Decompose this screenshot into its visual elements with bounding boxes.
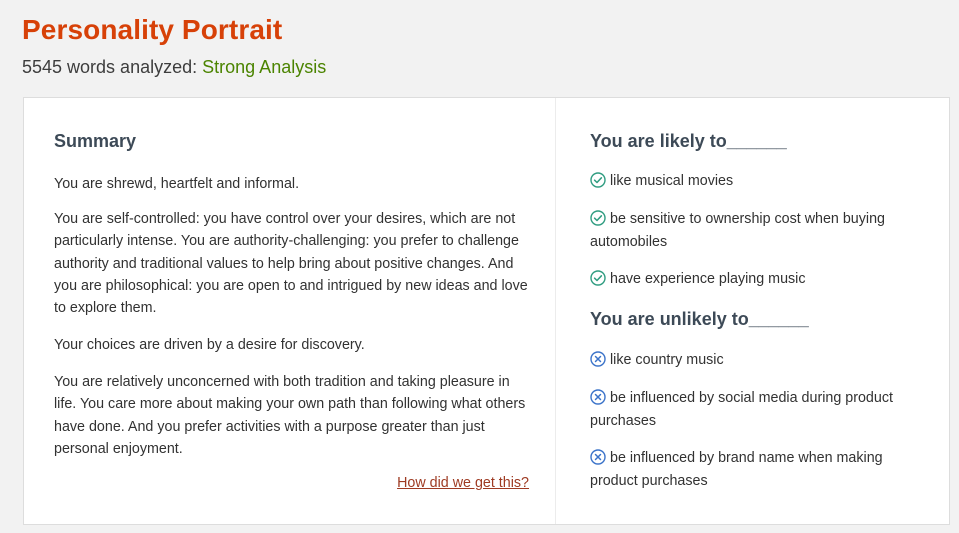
unlikely-item: be influenced by social media during pro… <box>590 387 930 433</box>
how-did-we-get-this-link[interactable]: How did we get this? <box>397 475 529 491</box>
summary-paragraph-1: You are shrewd, heartfelt and informal. <box>54 176 300 192</box>
likely-item: have experience playing music <box>590 268 930 291</box>
summary-paragraph-2: You are self-controlled: you have contro… <box>54 211 528 317</box>
page-title: Personality Portrait <box>22 14 283 45</box>
check-circle-icon <box>590 210 606 226</box>
check-circle-icon <box>590 270 606 286</box>
likely-item-text: have experience playing music <box>610 271 806 287</box>
column-divider <box>555 98 556 524</box>
summary-heading: Summary <box>54 131 137 151</box>
likely-item: be sensitive to ownership cost when buyi… <box>590 208 930 254</box>
likely-heading: You are likely to______ <box>590 131 787 151</box>
unlikely-item: like country music <box>590 349 930 372</box>
x-circle-icon <box>590 449 606 465</box>
likely-item-text: be sensitive to ownership cost when buyi… <box>590 211 885 250</box>
unlikely-item: be influenced by brand name when making … <box>590 447 930 493</box>
analysis-subtitle: 5545 words analyzed: Strong Analysis <box>22 57 326 78</box>
portrait-card: Summary You are shrewd, heartfelt and in… <box>23 97 950 525</box>
word-count-text: 5545 words analyzed: <box>22 57 198 77</box>
likely-item: like musical movies <box>590 170 930 193</box>
analysis-strength: Strong Analysis <box>202 57 327 77</box>
likely-item-text: like musical movies <box>610 173 734 189</box>
summary-paragraph-3: Your choices are driven by a desire for … <box>54 337 365 353</box>
summary-paragraph-4: You are relatively unconcerned with both… <box>54 374 526 457</box>
check-circle-icon <box>590 172 606 188</box>
unlikely-item-text: be influenced by social media during pro… <box>590 390 893 429</box>
unlikely-item-text: like country music <box>610 352 724 368</box>
summary-section: Summary You are shrewd, heartfelt and in… <box>54 131 529 491</box>
unlikely-heading: You are unlikely to______ <box>590 309 809 329</box>
x-circle-icon <box>590 389 606 405</box>
unlikely-item-text: be influenced by brand name when making … <box>590 450 883 489</box>
x-circle-icon <box>590 351 606 367</box>
